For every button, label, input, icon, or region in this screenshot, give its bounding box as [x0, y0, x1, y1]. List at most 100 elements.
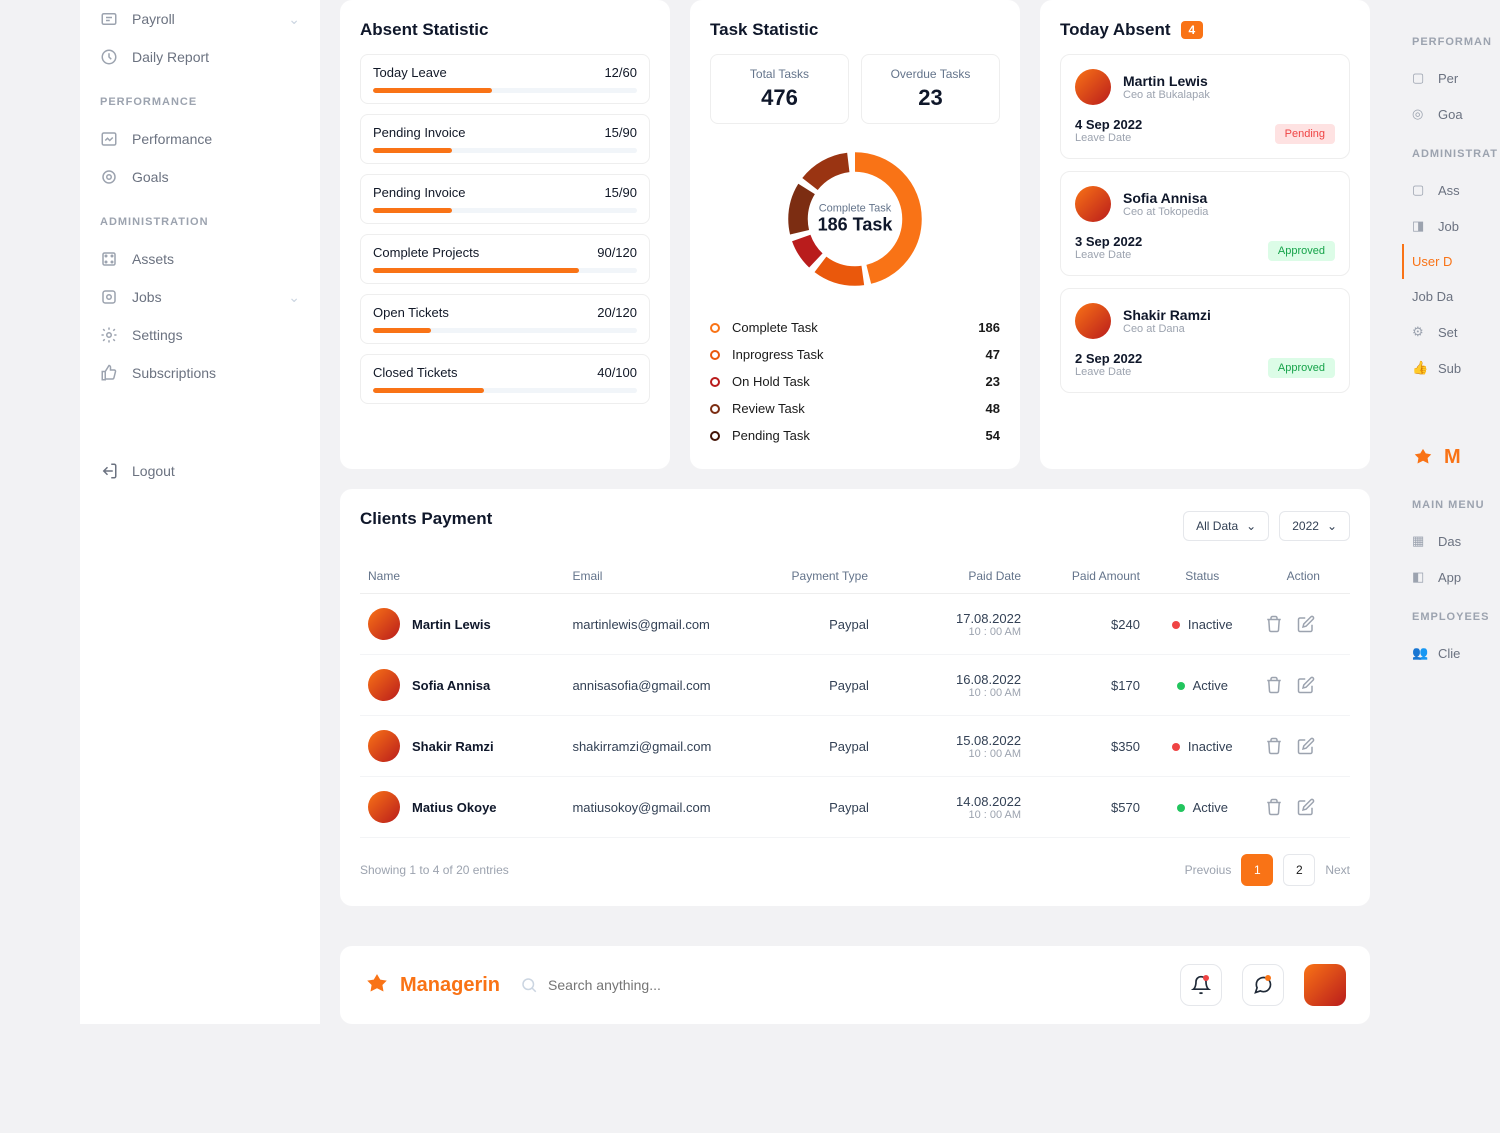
search-box[interactable]: [520, 976, 1160, 994]
payroll-icon: [100, 10, 118, 28]
leave-date: 3 Sep 2022: [1075, 234, 1142, 249]
avatar: [1075, 69, 1111, 105]
box-icon: ◧: [1412, 569, 1428, 585]
search-input[interactable]: [548, 977, 1160, 993]
chart-icon: [100, 130, 118, 148]
person-name: Sofia Annisa: [1123, 190, 1208, 206]
table-row: Martin Lewis martinlewis@gmail.com Paypa…: [360, 594, 1350, 655]
delete-button[interactable]: [1265, 798, 1283, 816]
clients-payment-card: Clients Payment All Data⌄ 2022⌄ NameEmai…: [340, 489, 1370, 906]
delete-button[interactable]: [1265, 676, 1283, 694]
main-content: Absent Statistic Today Leave12/60Pending…: [340, 0, 1380, 1024]
stat-label: Overdue Tasks: [874, 67, 987, 81]
status-cell: Inactive: [1148, 594, 1257, 655]
absent-item: Sofia AnnisaCeo at Tokopedia 3 Sep 2022Le…: [1060, 171, 1350, 276]
person-role: Ceo at Dana: [1123, 323, 1211, 335]
user-avatar[interactable]: [1304, 964, 1346, 1006]
sidebar-item-goals[interactable]: Goals: [100, 158, 300, 196]
edit-button[interactable]: [1297, 676, 1315, 694]
avatar: [368, 730, 400, 762]
grid-icon: ▦: [1412, 533, 1428, 549]
avatar: [1075, 303, 1111, 339]
payment-type: Paypal: [784, 594, 915, 655]
rside-item[interactable]: ⚙Set: [1412, 314, 1500, 350]
edit-button[interactable]: [1297, 737, 1315, 755]
filter-all-data[interactable]: All Data⌄: [1183, 511, 1269, 541]
rside-item[interactable]: ◧App: [1412, 559, 1500, 595]
sidebar-item-subscriptions[interactable]: Subscriptions: [100, 354, 300, 392]
edit-button[interactable]: [1297, 615, 1315, 633]
thumbs-up-icon: [100, 364, 118, 382]
assets-icon: ▢: [1412, 182, 1428, 198]
leave-label: Leave Date: [1075, 366, 1142, 378]
client-email: annisasofia@gmail.com: [564, 655, 783, 716]
brand-logo[interactable]: M: [1412, 446, 1500, 469]
page-1[interactable]: 1: [1241, 854, 1273, 886]
logout-button[interactable]: Logout: [100, 452, 300, 490]
sidebar-item-performance[interactable]: Performance: [100, 120, 300, 158]
task-value: 54: [986, 428, 1000, 443]
notifications-button[interactable]: [1180, 964, 1222, 1006]
users-icon: 👥: [1412, 645, 1428, 661]
rside-item-active[interactable]: User D: [1402, 244, 1500, 279]
rside-item[interactable]: 👥Clie: [1412, 635, 1500, 671]
search-icon: [520, 976, 538, 994]
status-cell: Inactive: [1148, 716, 1257, 777]
payment-type: Paypal: [784, 655, 915, 716]
next-button[interactable]: Next: [1325, 863, 1350, 877]
left-fragment: [0, 0, 60, 1024]
stat-bar: Pending Invoice15/90: [360, 114, 650, 164]
page-2[interactable]: 2: [1283, 854, 1315, 886]
sidebar-item-settings[interactable]: Settings: [100, 316, 300, 354]
avatar: [368, 608, 400, 640]
avatar: [368, 669, 400, 701]
delete-button[interactable]: [1265, 615, 1283, 633]
rside-item[interactable]: ▦Das: [1412, 523, 1500, 559]
rside-item[interactable]: ◨Job: [1412, 208, 1500, 244]
table-header: Paid Date: [914, 559, 1029, 594]
logout-icon: [100, 462, 118, 480]
leave-label: Leave Date: [1075, 249, 1142, 261]
showing-text: Showing 1 to 4 of 20 entries: [360, 863, 509, 877]
section-title: ADMINISTRAT: [1412, 148, 1500, 160]
messages-button[interactable]: [1242, 964, 1284, 1006]
sidebar-item-assets[interactable]: Assets: [100, 240, 300, 278]
brand-logo[interactable]: Managerin: [364, 972, 500, 998]
paid-amount: $240: [1029, 594, 1148, 655]
person-role: Ceo at Tokopedia: [1123, 206, 1208, 218]
status-cell: Active: [1148, 655, 1257, 716]
task-label: Inprogress Task: [732, 347, 824, 362]
legend-dot: [710, 404, 720, 414]
edit-button[interactable]: [1297, 798, 1315, 816]
rside-item[interactable]: ▢Per: [1412, 60, 1500, 96]
section-title: EMPLOYEES: [1412, 611, 1500, 623]
legend-dot: [710, 350, 720, 360]
sidebar-item-jobs[interactable]: Jobs ⌄: [100, 278, 300, 316]
payments-table: NameEmailPayment TypePaid DatePaid Amoun…: [360, 559, 1350, 838]
overdue-tasks-box: Overdue Tasks 23: [861, 54, 1000, 124]
sidebar-item-report[interactable]: Daily Report: [100, 38, 300, 76]
rside-item[interactable]: ▢Ass: [1412, 172, 1500, 208]
status-pill: Approved: [1268, 358, 1335, 378]
stat-label: Open Tickets: [373, 305, 449, 320]
client-email: matiusokoy@gmail.com: [564, 777, 783, 838]
rside-item[interactable]: 👍Sub: [1412, 350, 1500, 386]
client-name: Matius Okoye: [412, 800, 497, 815]
stat-label: Total Tasks: [723, 67, 836, 81]
section-title-admin: ADMINISTRATION: [100, 216, 300, 228]
paid-amount: $570: [1029, 777, 1148, 838]
prev-button[interactable]: Prevoius: [1185, 863, 1232, 877]
task-label: Complete Task: [732, 320, 818, 335]
donut-chart: Complete Task 186 Task: [710, 144, 1000, 294]
donut-value: 186 Task: [818, 215, 893, 236]
card-title: Clients Payment: [360, 509, 492, 529]
task-row: Pending Task54: [710, 422, 1000, 449]
rside-item[interactable]: ◎Goa: [1412, 96, 1500, 132]
sidebar-item-payroll[interactable]: Payroll ⌄: [100, 0, 300, 38]
rside-item[interactable]: Job Da: [1412, 279, 1500, 314]
delete-button[interactable]: [1265, 737, 1283, 755]
notification-dot: [1203, 975, 1209, 981]
stat-bar: Pending Invoice15/90: [360, 174, 650, 224]
absent-item: Martin LewisCeo at Bukalapak4 Sep 2022Le…: [1060, 54, 1350, 159]
filter-year[interactable]: 2022⌄: [1279, 511, 1350, 541]
